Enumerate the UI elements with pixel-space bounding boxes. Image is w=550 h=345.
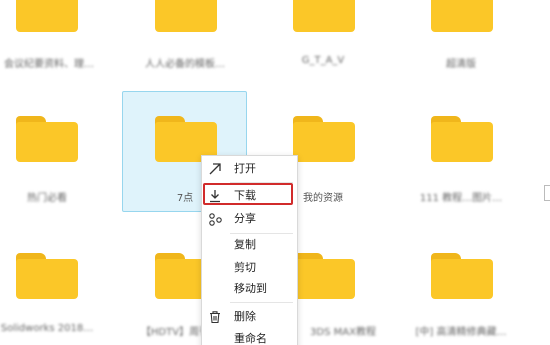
file-grid-view: 会议纪要资料、理… 人人必备的模板… G_T_A_V 超清版 热门必看 7点 我… <box>0 0 550 345</box>
folder-icon <box>293 0 355 32</box>
open-arrow-icon <box>209 163 221 175</box>
menu-item-label: 重命名 <box>234 332 267 345</box>
menu-item-label: 移动到 <box>234 282 267 295</box>
menu-item-label: 复制 <box>234 238 256 251</box>
folder-item[interactable]: 超清版 <box>398 0 524 80</box>
folder-name: 人人必备的模板… <box>145 59 225 70</box>
folder-icon <box>155 0 217 32</box>
folder-icon <box>293 253 355 299</box>
folder-icon <box>431 253 493 299</box>
folder-name: G_T_A_V <box>301 55 345 66</box>
menu-item-label: 剪切 <box>234 261 256 274</box>
folder-item[interactable]: [中] 高清精修典藏… <box>398 240 524 345</box>
partial-file-icon <box>544 185 550 201</box>
folder-icon <box>16 0 78 32</box>
folder-icon <box>431 0 493 32</box>
folder-icon <box>293 116 355 162</box>
menu-item-rename[interactable]: 重命名 <box>202 328 297 345</box>
folder-name: 3DS MAX教程 <box>310 327 376 338</box>
menu-item-move-to[interactable]: 移动到 <box>202 278 297 300</box>
menu-divider <box>230 302 293 303</box>
menu-item-copy[interactable]: 复制 <box>202 234 297 256</box>
folder-icon <box>16 253 78 299</box>
menu-item-label: 删除 <box>234 310 256 323</box>
folder-item[interactable]: Solidworks 2018… <box>0 240 126 345</box>
menu-item-share[interactable]: 分享 <box>202 208 297 230</box>
folder-item[interactable]: G_T_A_V <box>260 0 386 80</box>
folder-name: 超清版 <box>446 59 476 70</box>
folder-name: Solidworks 2018… <box>0 323 94 334</box>
menu-item-label: 打开 <box>234 162 256 175</box>
download-highlight-annotation <box>203 183 293 205</box>
folder-icon <box>431 116 493 162</box>
folder-name: 会议纪要资料、理… <box>4 59 94 70</box>
menu-item-open[interactable]: 打开 <box>202 158 297 180</box>
folder-name: 热门必看 <box>27 193 67 204</box>
folder-icon <box>16 116 78 162</box>
trash-icon <box>210 311 220 324</box>
share-icon <box>209 213 222 226</box>
folder-item[interactable]: 会议纪要资料、理… <box>0 0 126 80</box>
folder-name: [中] 高清精修典藏… <box>415 327 507 338</box>
menu-item-delete[interactable]: 删除 <box>202 306 297 328</box>
folder-item[interactable]: 热门必看 <box>0 100 126 212</box>
menu-item-label: 分享 <box>234 212 256 225</box>
folder-name: 111 教程…图片… <box>419 193 503 204</box>
folder-item[interactable]: 人人必备的模板… <box>122 0 248 80</box>
folder-item[interactable]: 111 教程…图片… <box>398 100 524 212</box>
menu-item-cut[interactable]: 剪切 <box>202 257 297 279</box>
